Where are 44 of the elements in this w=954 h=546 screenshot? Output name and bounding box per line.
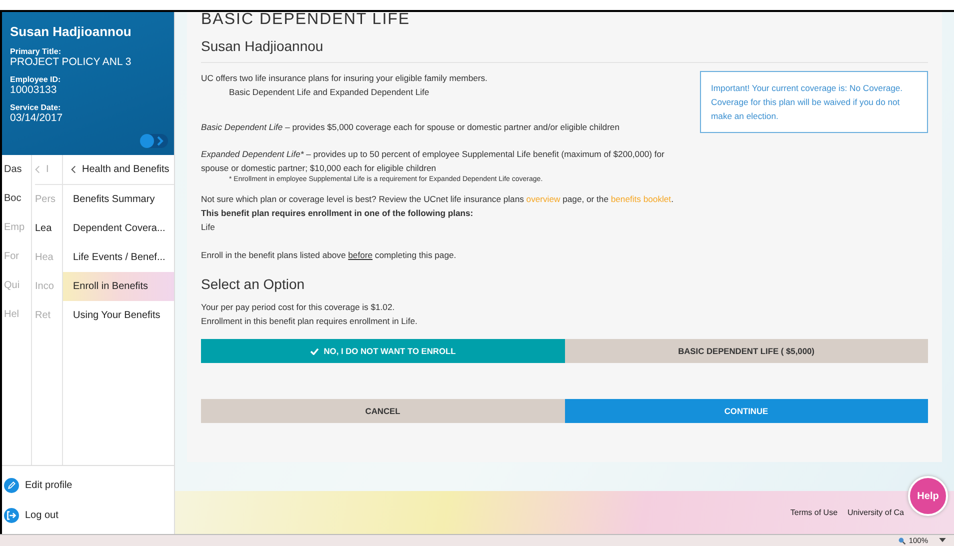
option-button[interactable]: BASIC DEPENDENT LIFE ( $5,000) — [564, 339, 928, 363]
help-button[interactable]: Help — [908, 476, 948, 516]
toggle-icon[interactable] — [138, 133, 168, 149]
plan-description: Expanded Dependent Life* – provides up to 50 percent of employee Supplemental Life benefit (maximum of $200,000) for spouse or domestic partner; $10,000 each for eligible children — [201, 148, 666, 175]
field-label: Primary Title: — [10, 47, 62, 56]
menu-item[interactable]: Boc — [4, 184, 31, 213]
enroll-note: Enroll in the benefit plans listed above before completing this page. — [201, 249, 458, 262]
footer-link[interactable]: University of Ca — [848, 508, 904, 517]
review-text: Not sure which plan or coverage level is best? Review the UCnet life insurance plans overview page, or the benefits booklet. — [201, 193, 674, 206]
menu-item[interactable]: Benefits Summary — [63, 185, 174, 214]
cancel-button[interactable]: CANCEL — [201, 399, 564, 423]
cost-text: Your per pay period cost for this coverage is $1.02. — [201, 301, 396, 314]
required-plan: Life — [201, 221, 216, 234]
field-value: 03/14/2017 — [10, 112, 64, 124]
employee-name: Susan Hadjioannou — [201, 38, 324, 54]
plan-description: Basic Dependent Life – provides $5,000 coverage each for spouse or domestic partner and/or eligible children — [201, 121, 620, 134]
zoom-icon[interactable] — [898, 536, 906, 544]
dropdown-caret-icon[interactable] — [939, 538, 946, 543]
check-icon — [310, 348, 319, 354]
menu-item[interactable]: Life Events / Benef... — [63, 243, 174, 272]
plan-names: Basic Dependent Life and Expanded Dependent Life — [228, 86, 430, 99]
menu-item[interactable]: Dependent Covera... — [63, 214, 174, 243]
menu-item[interactable]: Lea — [35, 214, 62, 243]
logout-icon[interactable] — [4, 508, 19, 522]
section-heading: Select an Option — [201, 276, 306, 292]
sidebar-link[interactable]: Edit profile — [25, 480, 72, 490]
notice-box: Important! Your current coverage is: No Coverage. Coverage for this plan will be waived if you do not make an election. — [700, 71, 928, 133]
profile-name: Susan Hadjioannou — [10, 24, 132, 39]
sidebar-link[interactable]: Log out — [25, 510, 58, 520]
intro-text: UC offers two life insurance plans for insuring your eligible family members. — [201, 72, 488, 85]
cost-note: Enrollment in this benefit plan requires enrollment in Life. — [201, 315, 418, 328]
footer-link[interactable]: Terms of Use — [790, 508, 838, 517]
page-title: BASIC DEPENDENT LIFE — [201, 12, 412, 26]
field-value: PROJECT POLICY ANL 3 — [10, 56, 132, 68]
requirement-text: This benefit plan requires enrollment in one of the following plans: — [201, 207, 474, 220]
field-label: Service Date: — [10, 103, 62, 112]
pencil-icon[interactable] — [4, 478, 19, 492]
field-value: 10003133 — [10, 84, 58, 96]
menu-item[interactable]: Enroll in Benefits — [63, 272, 174, 301]
field-label: Employee ID: — [10, 75, 62, 84]
menu-header[interactable]: Health and Benefits — [82, 155, 170, 184]
back-chevron-icon[interactable] — [71, 165, 76, 174]
menu-item[interactable]: Das — [4, 155, 31, 184]
menu-item[interactable]: Using Your Benefits — [63, 301, 174, 330]
